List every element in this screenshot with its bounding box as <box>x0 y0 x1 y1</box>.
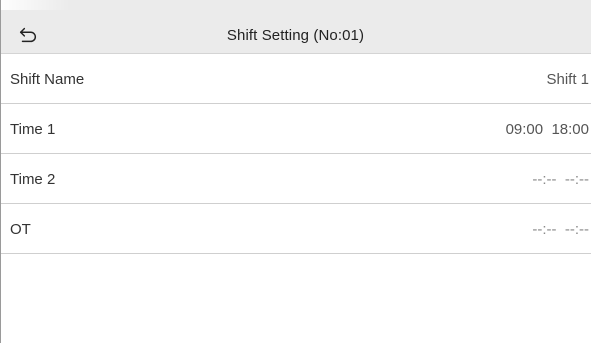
page-title: Shift Setting (No:01) <box>226 27 365 44</box>
row-time-2[interactable]: Time 2 --:-- --:-- <box>0 154 591 204</box>
row-label: Time 2 <box>10 171 56 188</box>
row-value: --:-- --:-- <box>532 221 589 238</box>
corner-fade <box>0 0 70 10</box>
row-label: Time 1 <box>10 121 56 138</box>
row-value: Shift 1 <box>546 71 589 88</box>
header-bar: Shift Setting (No:01) <box>0 0 591 54</box>
row-time-1[interactable]: Time 1 09:00 18:00 <box>0 104 591 154</box>
row-label: Shift Name <box>10 71 85 88</box>
left-border <box>0 0 1 343</box>
row-label: OT <box>10 221 31 238</box>
row-ot[interactable]: OT --:-- --:-- <box>0 204 591 254</box>
settings-list: Shift Name Shift 1 Time 1 09:00 18:00 Ti… <box>0 54 591 254</box>
row-value: --:-- --:-- <box>532 171 589 188</box>
shift-setting-screen: Shift Setting (No:01) Shift Name Shift 1… <box>0 0 591 343</box>
row-shift-name[interactable]: Shift Name Shift 1 <box>0 54 591 104</box>
row-value: 09:00 18:00 <box>505 121 589 138</box>
